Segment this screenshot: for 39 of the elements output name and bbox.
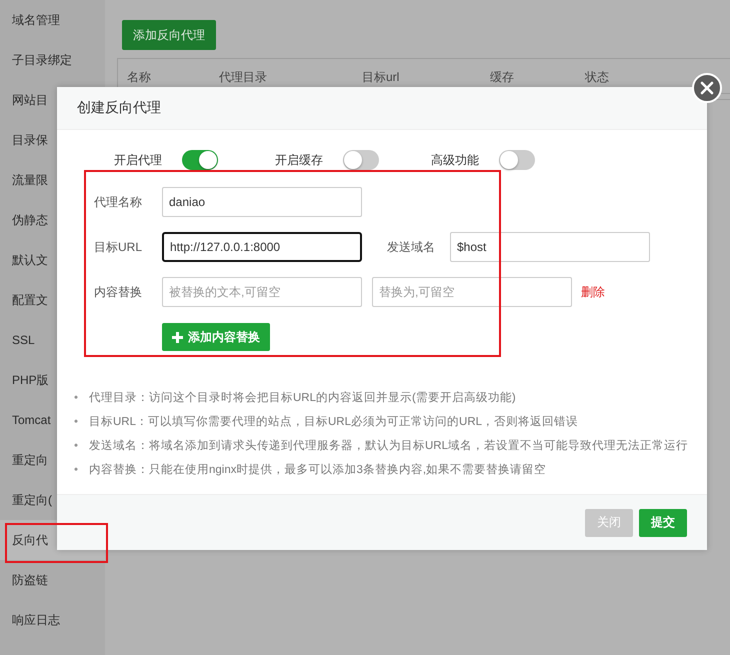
column-header: 名称	[127, 69, 152, 86]
toggle-label: 高级功能	[431, 152, 479, 168]
field-label: 内容替换	[93, 284, 143, 300]
help-note: 发送域名：将域名添加到请求头传递到代理服务器，默认为目标URL域名，若设置不当可能导致代理无法正常运行	[89, 440, 688, 452]
column-header: 缓存	[490, 69, 515, 86]
toggle-label: 开启缓存	[275, 152, 323, 168]
add-replacement-button[interactable]: 添加内容替换	[162, 323, 270, 351]
dialog-title: 创建反向代理	[77, 99, 161, 117]
replace-text-input[interactable]: 替换为,可留空	[372, 277, 572, 307]
send-domain-input[interactable]: $host	[450, 232, 650, 262]
sidebar-item[interactable]: 子目录绑定	[0, 40, 105, 80]
find-text-input[interactable]: 被替换的文本,可留空	[162, 277, 362, 307]
column-header: 状态	[585, 69, 610, 86]
column-header: 代理目录	[219, 69, 268, 86]
bullet: •	[74, 439, 80, 454]
submit-button[interactable]: 提交	[639, 508, 687, 536]
bullet: •	[74, 463, 80, 478]
field-label: 代理名称	[93, 194, 143, 210]
plus-icon	[172, 332, 183, 342]
toggle-switch[interactable]	[499, 150, 535, 170]
close-icon[interactable]	[692, 73, 722, 103]
help-note: 目标URL：可以填写你需要代理的站点，目标URL必须为可正常访问的URL，否则将返回错误	[89, 416, 578, 428]
toggle-switch[interactable]	[182, 150, 218, 170]
field-label: 发送域名	[387, 238, 435, 256]
help-note: 内容替换：只能在使用nginx时提供，最多可以添加3条替换内容,如果不需要替换请留空	[89, 464, 546, 476]
delete-link[interactable]: 删除	[581, 284, 605, 300]
column-header: 目标url	[362, 69, 400, 86]
field-label: 目标URL	[92, 238, 143, 256]
bullet: •	[74, 391, 80, 406]
sidebar-item[interactable]: 域名管理	[0, 0, 105, 40]
sidebar-item[interactable]: 响应日志	[0, 600, 105, 640]
toggle-label: 开启代理	[114, 152, 162, 168]
name-input[interactable]: daniao	[162, 187, 362, 217]
help-note: 代理目录：访问这个目录时将会把目标URL的内容返回并显示(需要开启高级功能)	[89, 392, 516, 404]
sidebar-item[interactable]: 防盗链	[0, 560, 105, 600]
bullet: •	[74, 415, 80, 430]
target-url-input[interactable]: http://127.0.0.1:8000	[162, 232, 362, 262]
toggle-switch[interactable]	[343, 150, 379, 170]
add-proxy-button[interactable]: 添加反向代理	[122, 20, 216, 50]
